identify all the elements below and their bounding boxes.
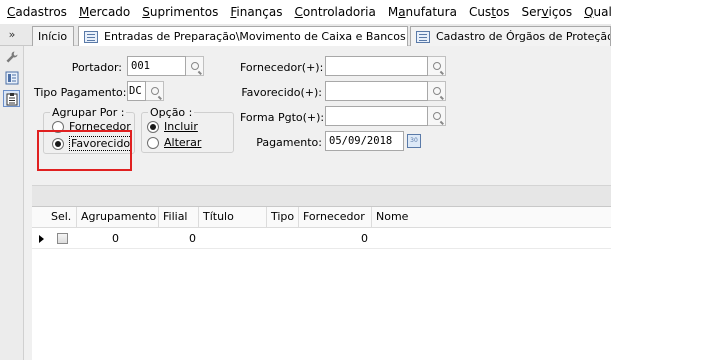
tab-cadastro[interactable]: Cadastro de Órgãos de Proteção a (410, 26, 611, 46)
row-checkbox[interactable] (57, 233, 68, 244)
radio-incluir[interactable]: Incluir (147, 120, 198, 133)
menu-manufatura[interactable]: Manufatura (383, 0, 464, 24)
favorecido-input[interactable] (325, 81, 428, 101)
tipo-pagamento-label: Tipo Pagamento: (34, 86, 127, 99)
radio-incluir-label: Incluir (164, 120, 198, 133)
form-icon (84, 30, 98, 43)
fornecedor-lookup-button[interactable] (428, 56, 446, 76)
forma-pgto-input[interactable] (325, 106, 428, 126)
menu-mercado[interactable]: Mercado (74, 0, 137, 24)
menu-cadastros[interactable]: Cadastros (2, 0, 74, 24)
menu-financas[interactable]: Finanças (225, 0, 289, 24)
form-icon (416, 30, 430, 43)
opcao-title: Opção : (148, 106, 195, 119)
table-row[interactable]: 0 0 0 (32, 229, 611, 249)
radio-button-selected[interactable] (147, 120, 159, 133)
tab-label: Cadastro de Órgãos de Proteção a (436, 30, 611, 43)
calendar-icon[interactable]: 30 (407, 134, 421, 148)
favorecido-lookup-button[interactable] (428, 81, 446, 101)
tipo-pagamento-input[interactable]: DC (127, 81, 146, 101)
tab-label: Início (38, 30, 68, 43)
radio-alterar[interactable]: Alterar (147, 136, 201, 149)
portador-label: Portador: (71, 61, 122, 74)
portador-input[interactable]: 001 (127, 56, 186, 76)
pagamento-label: Pagamento: (256, 136, 322, 149)
search-icon (432, 62, 441, 70)
current-row-indicator-icon (39, 235, 44, 243)
expand-chevrons-icon[interactable]: » (2, 27, 22, 43)
search-icon (150, 87, 159, 95)
search-icon (432, 112, 441, 120)
cell-filial: 0 (189, 232, 196, 245)
cell-fornecedor: 0 (361, 232, 368, 245)
col-nome[interactable]: Nome (372, 207, 611, 228)
agrupar-por-title: Agrupar Por : (50, 106, 127, 119)
clipboard-icon[interactable] (3, 90, 20, 107)
col-agrupamento[interactable]: Agrupamento (77, 207, 159, 228)
favorecido-label: Favorecido(+): (241, 86, 322, 99)
grid-header: Sel. Agrupamento Filial Título Tipo Forn… (32, 207, 611, 228)
col-filial[interactable]: Filial (159, 207, 199, 228)
forma-pgto-lookup-button[interactable] (428, 106, 446, 126)
tab-entradas[interactable]: Entradas de Preparação\Movimento de Caix… (78, 26, 408, 46)
results-grid: Sel. Agrupamento Filial Título Tipo Forn… (32, 207, 611, 360)
menu-servicos[interactable]: Serviços (517, 0, 580, 24)
tipo-pagamento-lookup-button[interactable] (146, 81, 164, 101)
menu-bar: Cadastros Mercado Suprimentos Finanças C… (0, 0, 645, 24)
col-fornecedor[interactable]: Fornecedor (299, 207, 372, 228)
portador-lookup-button[interactable] (186, 56, 204, 76)
form-icon[interactable] (3, 69, 20, 86)
tab-bar: » Início Entradas de Preparação\Moviment… (0, 24, 611, 46)
col-titulo[interactable]: Título (199, 207, 267, 228)
cell-agrupamento: 0 (112, 232, 119, 245)
menu-custos[interactable]: Custos (464, 0, 517, 24)
radio-button[interactable] (147, 136, 159, 149)
menu-controladoria[interactable]: Controladoria (290, 0, 383, 24)
highlight-box (37, 130, 132, 171)
left-toolbar (0, 46, 24, 360)
cell-nome (376, 229, 606, 249)
pagamento-date-input[interactable]: 05/09/2018 (325, 131, 404, 151)
empty-area (611, 0, 726, 360)
radio-alterar-label: Alterar (164, 136, 202, 149)
tab-label: Entradas de Preparação\Movimento de Caix… (104, 30, 406, 43)
cell-titulo (199, 229, 263, 249)
fornecedor-input[interactable] (325, 56, 428, 76)
tab-inicio[interactable]: Início (32, 26, 74, 46)
cell-tipo (267, 229, 295, 249)
wrench-icon[interactable] (3, 48, 20, 65)
search-icon (190, 62, 199, 70)
col-sel[interactable]: Sel. (47, 207, 77, 228)
forma-pgto-label: Forma Pgto(+): (240, 111, 325, 124)
col-tipo[interactable]: Tipo (267, 207, 299, 228)
search-icon (432, 87, 441, 95)
fornecedor-label: Fornecedor(+): (240, 61, 324, 74)
separator-panel (32, 185, 611, 207)
menu-suprimentos[interactable]: Suprimentos (137, 0, 225, 24)
